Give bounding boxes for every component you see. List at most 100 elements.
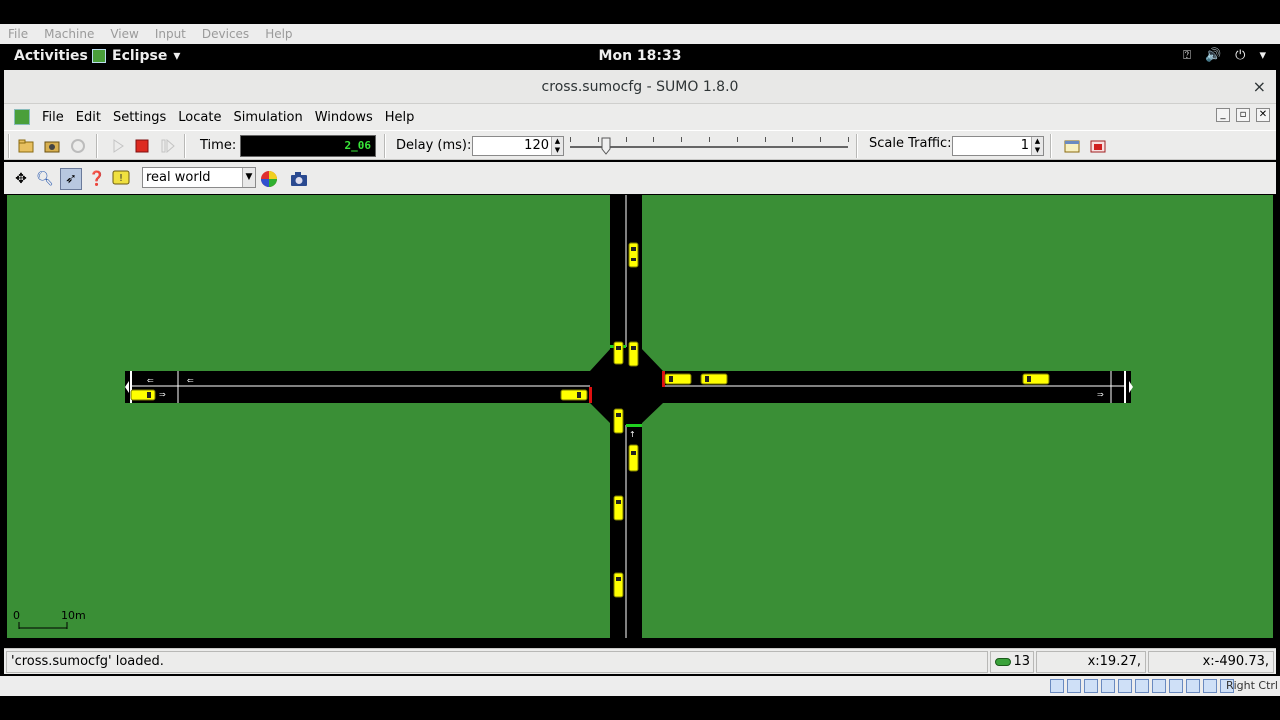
toolbar-separator [96, 134, 98, 158]
delay-label: Delay (ms): [396, 138, 472, 153]
recording-icon[interactable] [1169, 679, 1183, 693]
junction[interactable] [590, 347, 663, 425]
edit-scheme-button[interactable] [258, 168, 280, 190]
restore-icon[interactable]: ▫ [1236, 108, 1250, 122]
vehicles[interactable] [130, 242, 1050, 598]
vehicle[interactable] [1022, 373, 1050, 385]
host-menu-input[interactable]: Input [155, 27, 186, 41]
menu-edit[interactable]: Edit [76, 110, 101, 125]
new-3d-view-icon [1090, 140, 1106, 153]
clock[interactable]: Mon 18:33 [0, 48, 1280, 64]
screenshot-button[interactable] [288, 168, 310, 190]
host-menu-machine[interactable]: Machine [44, 27, 94, 41]
vehicle[interactable] [613, 408, 624, 434]
menu-file[interactable]: File [42, 110, 64, 125]
host-menu-help[interactable]: Help [265, 27, 292, 41]
scheme-value: real world [146, 170, 211, 185]
time-display: 2̲06 [240, 135, 376, 157]
vehicle[interactable] [130, 389, 156, 401]
optical-drive-icon[interactable] [1067, 679, 1081, 693]
menu-simulation[interactable]: Simulation [233, 110, 302, 125]
system-tray[interactable]: ⍰ 🔊 ⏻ ▾ [1183, 48, 1266, 63]
volume-icon[interactable]: 🔊 [1205, 48, 1221, 63]
window-close-button[interactable]: × [1253, 77, 1266, 96]
vehicle[interactable] [560, 389, 588, 401]
vehicle[interactable] [613, 495, 624, 521]
step-button[interactable] [158, 136, 178, 156]
display-icon[interactable] [1152, 679, 1166, 693]
locate-junction-button[interactable]: ➶ [60, 168, 82, 190]
signal-red-west [589, 387, 592, 403]
power-icon[interactable]: ⏻ [1235, 48, 1245, 63]
chevron-down-icon[interactable]: ▼ [242, 168, 255, 187]
chevron-down-icon[interactable]: ▾ [1259, 48, 1266, 63]
scale-traffic-spinner[interactable]: 1 ▲ ▼ [952, 136, 1044, 156]
vehicle[interactable] [628, 242, 639, 268]
network-view[interactable]: ⇐ ⇐ ⇒ ⇒ ↑ 0 10m [7, 195, 1273, 638]
network-icon[interactable] [1101, 679, 1115, 693]
slider-tick [792, 137, 794, 142]
main-toolbar: Time: 2̲06 Delay (ms): 120 ▲ ▼ Scale Traf… [4, 130, 1276, 160]
vehicle[interactable] [664, 373, 692, 385]
menu-settings[interactable]: Settings [113, 110, 166, 125]
open-network-button[interactable] [42, 136, 62, 156]
host-menu-bar: File Machine View Input Devices Help [0, 24, 1280, 44]
close-icon[interactable]: ✕ [1256, 108, 1270, 122]
vehicle[interactable] [700, 373, 728, 385]
vehicle[interactable] [613, 341, 624, 365]
scale-traffic-label: Scale Traffic: [869, 136, 952, 151]
slider-tick [848, 137, 849, 142]
stop-button[interactable] [132, 136, 152, 156]
mouse-integration-icon[interactable] [1203, 679, 1217, 693]
vehicle[interactable] [613, 572, 624, 598]
recenter-view-button[interactable]: ✥ [10, 168, 32, 190]
host-menu-file[interactable]: File [8, 27, 28, 41]
app-menu-button[interactable]: Eclipse ▾ [92, 48, 180, 64]
cpu-icon[interactable] [1186, 679, 1200, 693]
vehicle[interactable] [628, 444, 639, 472]
menu-help[interactable]: Help [385, 110, 415, 125]
scale-ten-label: 10m [61, 609, 86, 622]
run-button[interactable] [108, 136, 128, 156]
minimize-icon[interactable]: _ [1216, 108, 1230, 122]
hard-disk-icon[interactable] [1050, 679, 1064, 693]
host-menu-devices[interactable]: Devices [202, 27, 249, 41]
scale-traffic-value: 1 [1020, 138, 1029, 153]
play-icon [113, 139, 124, 153]
recenter-icon: ✥ [15, 171, 27, 187]
sumo-app-icon[interactable] [14, 109, 30, 125]
audio-icon[interactable] [1084, 679, 1098, 693]
show-tooltips-button[interactable]: ! [110, 168, 132, 190]
new-3d-view-button[interactable] [1088, 136, 1108, 156]
slider-thumb[interactable] [601, 137, 611, 155]
vehicle[interactable] [628, 341, 639, 367]
usb-icon[interactable] [1118, 679, 1132, 693]
lane-arrow: ⇒ [159, 390, 166, 399]
menu-windows[interactable]: Windows [315, 110, 373, 125]
lane-arrow: ⇐ [187, 376, 194, 385]
zoom-button[interactable]: 🔍︎ [34, 168, 56, 190]
open-simulation-button[interactable] [16, 136, 36, 156]
scheme-select[interactable]: real world ▼ [142, 167, 256, 188]
delay-spinner[interactable]: 120 ▲ ▼ [472, 136, 564, 156]
spinner-arrows-icon[interactable]: ▲ ▼ [1031, 137, 1043, 155]
accessibility-icon[interactable]: ⍰ [1183, 48, 1191, 63]
lane-arrow: ⇐ [147, 376, 154, 385]
activities-button[interactable]: Activities [14, 48, 88, 64]
status-message: 'cross.sumocfg' loaded. [6, 651, 988, 673]
vehicle-count: 13 [1013, 654, 1030, 669]
delay-slider[interactable] [568, 135, 850, 159]
vehicle-windows [147, 247, 1031, 581]
new-view-button[interactable] [1062, 136, 1082, 156]
delay-value: 120 [524, 138, 549, 153]
host-menu-view[interactable]: View [110, 27, 138, 41]
network-drawing[interactable]: ⇐ ⇐ ⇒ ⇒ ↑ 0 10m [7, 195, 1273, 638]
spinner-arrows-icon[interactable]: ▲ ▼ [551, 137, 563, 155]
edit-coloring-button[interactable]: ❓ [86, 168, 108, 190]
menu-locate[interactable]: Locate [178, 110, 221, 125]
window-titlebar: cross.sumocfg - SUMO 1.8.0 × [4, 70, 1276, 104]
shared-folder-icon[interactable] [1135, 679, 1149, 693]
car-icon [995, 658, 1011, 666]
view-toolbar: ✥ 🔍︎ ➶ ❓ ! real world ▼ [4, 162, 1276, 194]
reload-button[interactable] [68, 136, 88, 156]
